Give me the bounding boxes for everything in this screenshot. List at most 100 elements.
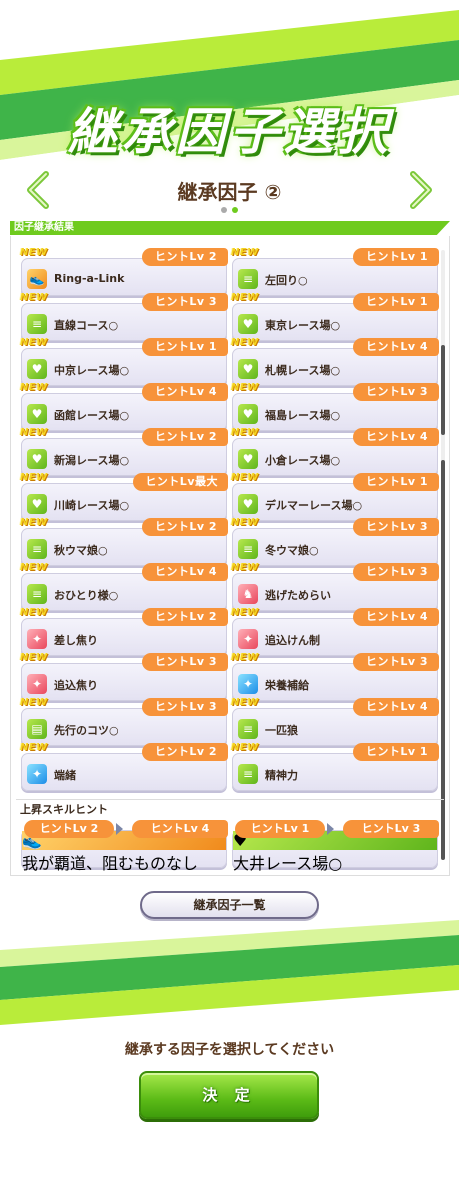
divider — [16, 799, 444, 800]
hint-level-badge: ヒントLv 4 — [142, 383, 228, 401]
factor-card[interactable]: NEW ヒントLv 3 ✦ 栄養補給 — [231, 652, 439, 701]
hint-level-badge: ヒントLv 4 — [353, 338, 439, 356]
hint-to-badge: ヒントLv 4 — [132, 820, 228, 838]
heart-icon: ♥ — [27, 494, 47, 514]
new-badge: NEW — [20, 427, 48, 438]
factor-card[interactable]: NEW ヒントLv 2 👟 Ring-a-Link — [20, 247, 228, 296]
factor-card[interactable]: NEW ヒントLv 1 ♥ 東京レース場○ — [231, 292, 439, 341]
sparkle-icon: ✦ — [238, 674, 258, 694]
factor-card[interactable]: NEW ヒントLv 3 ♞ 逃げためらい — [231, 562, 439, 611]
heart-icon: ♥ — [238, 359, 258, 379]
factor-card[interactable]: NEW ヒントLv 3 ▤ 先行のコツ○ — [20, 697, 228, 746]
factor-name: 札幌レース場○ — [265, 364, 341, 377]
sparkle-icon: ✦ — [238, 629, 258, 649]
road-icon: ≡ — [238, 269, 258, 289]
factor-card[interactable]: NEW ヒントLv 4 ≡ 一匹狼 — [231, 697, 439, 746]
new-badge: NEW — [20, 337, 48, 348]
factor-name: 逃げためらい — [265, 589, 331, 602]
new-badge: NEW — [20, 652, 48, 663]
new-badge: NEW — [20, 247, 48, 258]
factor-name: 栄養補給 — [265, 679, 309, 692]
new-badge: NEW — [231, 427, 259, 438]
new-badge: NEW — [231, 472, 259, 483]
factor-name: 冬ウマ娘○ — [265, 544, 319, 557]
factor-name: 精神力 — [265, 769, 298, 782]
hint-level-badge: ヒントLv 3 — [353, 518, 439, 536]
hint-level-badge: ヒントLv 1 — [353, 293, 439, 311]
new-badge: NEW — [231, 517, 259, 528]
factor-card[interactable]: NEW ヒントLv 4 ✦ 追込けん制 — [231, 607, 439, 656]
new-badge: NEW — [20, 562, 48, 573]
factor-card[interactable]: NEW ヒントLv 1 ♥ 中京レース場○ — [20, 337, 228, 386]
factor-card[interactable]: NEW ヒントLv 3 ≡ 直線コース○ — [20, 292, 228, 341]
page-dot-active[interactable] — [232, 207, 238, 213]
heart-icon: ♥ — [238, 314, 258, 334]
arrow-right-icon — [327, 823, 334, 835]
section-header: 因子継承結果 — [10, 221, 450, 235]
new-badge: NEW — [231, 742, 259, 753]
hint-level-badge: ヒントLv 2 — [142, 248, 228, 266]
factor-card[interactable]: NEW ヒントLv 4 ♥ 札幌レース場○ — [231, 337, 439, 386]
factor-card[interactable]: NEW ヒントLv 1 ≡ 精神力 — [231, 742, 439, 791]
hint-level-badge: ヒントLv 1 — [142, 338, 228, 356]
sparkle-icon: ✦ — [27, 629, 47, 649]
factor-card[interactable]: NEW ヒントLv最大 ♥ 川崎レース場○ — [20, 472, 228, 521]
hint-level-badge: ヒントLv 3 — [142, 653, 228, 671]
book-icon: ▤ — [27, 719, 47, 739]
heart-icon: ♥ — [238, 404, 258, 424]
screen-title-wrap: 継承因子選択 — [0, 92, 459, 164]
factor-name: 小倉レース場○ — [265, 454, 341, 467]
factor-card[interactable]: NEW ヒントLv 2 ♥ 新潟レース場○ — [20, 427, 228, 476]
factor-name: 直線コース○ — [54, 319, 119, 332]
factor-card[interactable]: NEW ヒントLv 1 ♥ デルマーレース場○ — [231, 472, 439, 521]
skill-hint-title: 上昇スキルヒント — [20, 803, 108, 816]
heart-icon: ♥ — [27, 359, 47, 379]
factor-card[interactable]: NEW ヒントLv 4 ♥ 小倉レース場○ — [231, 427, 439, 476]
factor-card[interactable]: NEW ヒントLv 1 ≡ 左回り○ — [231, 247, 439, 296]
hint-level-badge: ヒントLv 4 — [142, 563, 228, 581]
section-header-label: 因子継承結果 — [14, 222, 74, 233]
new-badge: NEW — [20, 382, 48, 393]
sparkle-icon: ✦ — [27, 764, 47, 784]
factor-card[interactable]: NEW ヒントLv 2 ≡ 秋ウマ娘○ — [20, 517, 228, 566]
hint-level-badge: ヒントLv 3 — [142, 698, 228, 716]
new-badge: NEW — [231, 292, 259, 303]
factor-name: 福島レース場○ — [265, 409, 341, 422]
road-icon: ≡ — [238, 764, 258, 784]
factor-name: 先行のコツ○ — [54, 724, 119, 737]
factor-name: 一匹狼 — [265, 724, 298, 737]
new-badge: NEW — [20, 292, 48, 303]
factor-card[interactable]: NEW ヒントLv 2 ✦ 差し焦り — [20, 607, 228, 656]
footer-stripes — [0, 920, 459, 1025]
scrollbar-thumb[interactable] — [441, 345, 445, 435]
new-badge: NEW — [231, 562, 259, 573]
hint-level-badge: ヒントLv 3 — [353, 563, 439, 581]
new-badge: NEW — [231, 247, 259, 258]
factor-name: おひとり様○ — [54, 589, 119, 602]
skill-hint-card[interactable]: ヒントLv 1 ヒントLv 3 ♥ 大井レース場○ — [232, 820, 439, 873]
skill-hint-card[interactable]: ヒントLv 2 ヒントLv 4 👟 我が覇道、阻むものなし — [21, 820, 228, 873]
factor-card[interactable]: NEW ヒントLv 4 ♥ 函館レース場○ — [20, 382, 228, 431]
factor-card[interactable]: NEW ヒントLv 3 ≡ 冬ウマ娘○ — [231, 517, 439, 566]
decide-button[interactable]: 決 定 — [139, 1071, 319, 1119]
new-badge: NEW — [20, 607, 48, 618]
road-icon: ≡ — [238, 719, 258, 739]
select-prompt: 継承する因子を選択してください — [124, 1042, 335, 1058]
factor-name: 差し焦り — [54, 634, 98, 647]
hint-level-badge: ヒントLv 3 — [353, 383, 439, 401]
factor-card[interactable]: NEW ヒントLv 2 ✦ 端緒 — [20, 742, 228, 791]
factor-name: 新潟レース場○ — [54, 454, 130, 467]
hint-level-badge: ヒントLv 3 — [142, 293, 228, 311]
new-badge: NEW — [20, 697, 48, 708]
scrollbar[interactable] — [441, 250, 445, 860]
factor-name: 東京レース場○ — [265, 319, 341, 332]
factor-name: 追込けん制 — [265, 634, 320, 647]
page-dot[interactable] — [221, 207, 227, 213]
factor-card[interactable]: NEW ヒントLv 3 ♥ 福島レース場○ — [231, 382, 439, 431]
factor-card[interactable]: NEW ヒントLv 3 ✦ 追込焦り — [20, 652, 228, 701]
hint-level-badge: ヒントLv 1 — [353, 743, 439, 761]
factor-card[interactable]: NEW ヒントLv 4 ≡ おひとり様○ — [20, 562, 228, 611]
hint-from-badge: ヒントLv 1 — [235, 820, 325, 838]
scrollbar-thumb-lower[interactable] — [441, 460, 445, 860]
heart-icon: ♥ — [27, 404, 47, 424]
